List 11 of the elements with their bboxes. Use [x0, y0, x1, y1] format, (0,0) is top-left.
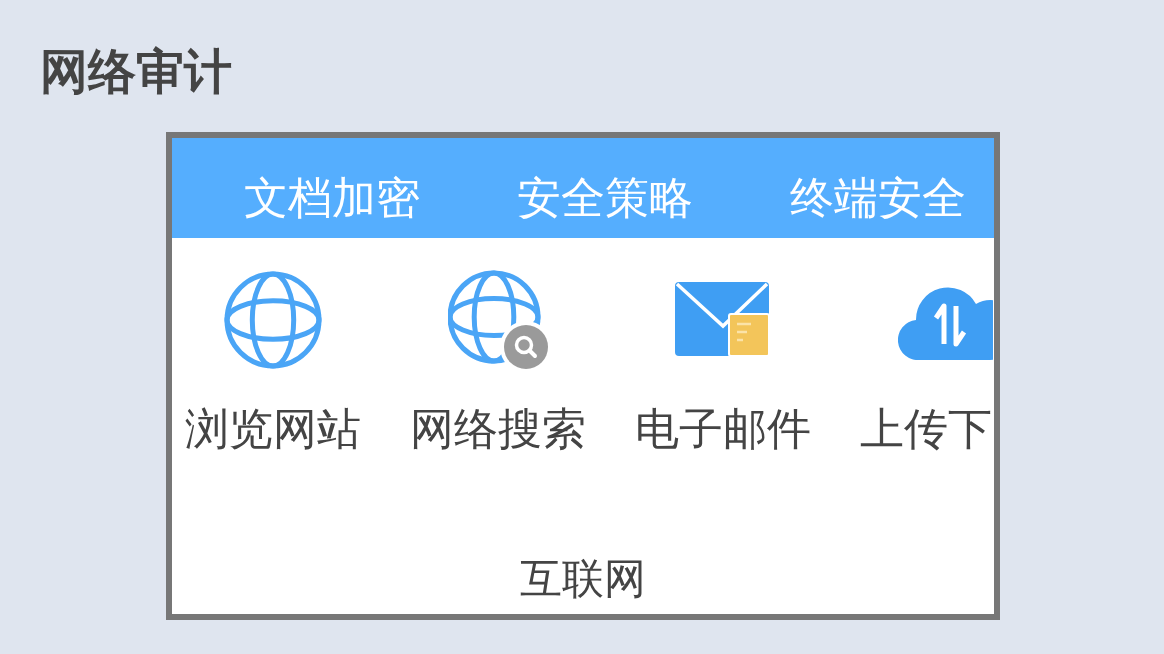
app-label: 电子邮件 — [635, 404, 811, 454]
page-title: 网络审计 — [40, 42, 232, 101]
group-label: 互联网 — [520, 554, 646, 604]
nav-tab[interactable]: 文档加密 — [244, 173, 420, 223]
nav-tab[interactable]: 安全策略 — [517, 173, 693, 223]
app-label: 网络搜索 — [410, 404, 586, 454]
nav-tab[interactable]: 终端安全 — [790, 173, 966, 223]
app-label: 浏览网站 — [185, 404, 361, 454]
globe-magnifier-icon[interactable] — [448, 270, 548, 370]
app-label: 上传下 — [860, 404, 992, 454]
globe-icon[interactable] — [223, 270, 323, 370]
